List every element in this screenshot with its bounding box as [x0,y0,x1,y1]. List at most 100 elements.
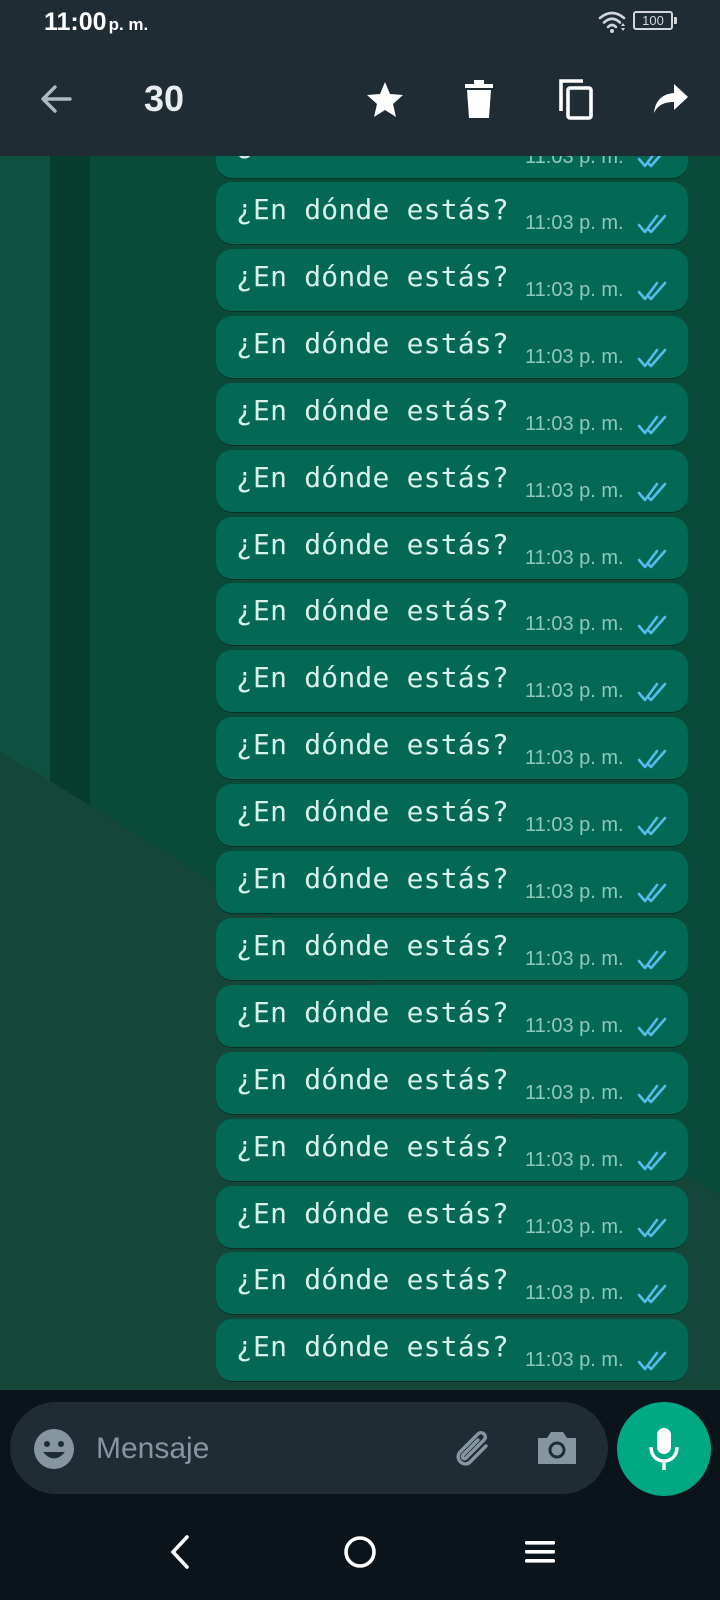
message-bubble[interactable]: ¿En dónde estás? 11:03 p. m. [216,248,688,311]
copy-button[interactable] [549,73,601,125]
message-bubble[interactable]: ¿En dónde estás? 11:03 p. m. [216,382,688,445]
double-check-icon [637,482,667,501]
message-text: ¿En dónde estás? [236,1263,509,1297]
message-text: ¿En dónde estás? [236,527,509,561]
double-check-icon [637,415,667,434]
message-bubble[interactable]: ¿En dónde estás? 11:03 p. m. [216,1319,688,1382]
camera-button[interactable] [534,1426,580,1470]
status-time-ampm: p. m. [108,15,149,34]
message-bubble[interactable]: ¿En dónde estás? 11:03 p. m. [216,182,688,244]
message-bubble[interactable]: ¿En dónde estás? 11:03 p. m. [216,650,688,713]
message-bubble-partial[interactable]: ¿En dónde estás? 11:03 p. m. [216,156,688,178]
message-bubble[interactable]: ¿En dónde estás? 11:03 p. m. [216,1252,688,1315]
message-time: 11:03 p. m. [525,1014,624,1037]
message-text: ¿En dónde estás? [236,1129,509,1163]
camera-icon [538,1432,576,1464]
status-time-value: 11:00 [44,8,107,36]
message-text: ¿En dónde estás? [236,862,509,895]
message-text: ¿En dónde estás? [236,193,509,226]
star-icon [367,82,403,117]
message-time: 11:03 p. m. [525,156,624,168]
double-check-icon [637,816,667,836]
message-bubble[interactable]: ¿En dónde estás? 11:03 p. m. [216,449,688,512]
message-time: 11:03 p. m. [525,947,624,970]
hamburger-menu-icon [525,1541,555,1563]
read-receipt [637,882,669,909]
double-check-icon [637,156,662,168]
double-check-icon [637,682,667,702]
emoji-icon [34,1429,74,1469]
back-button[interactable] [30,73,82,125]
message-bubble[interactable]: ¿En dónde estás? 11:03 p. m. [216,1051,688,1114]
message-time: 11:03 p. m. [525,814,624,837]
composer-bar [0,1390,720,1502]
emoji-button[interactable] [32,1427,76,1471]
double-check-icon [637,549,667,568]
message-bubble[interactable]: ¿En dónde estás? 11:03 p. m. [216,851,688,913]
double-check-icon [637,1218,667,1237]
message-bubble[interactable]: ¿En dónde estás? 11:03 p. m. [216,1185,688,1248]
double-check-icon [637,1351,667,1371]
nav-menu-button[interactable] [512,1524,568,1580]
arrow-back-icon [41,85,72,113]
read-receipt [637,1083,669,1110]
message-text: ¿En dónde estás? [236,259,509,293]
message-input[interactable] [94,1422,428,1476]
double-check-icon [637,950,667,970]
nav-home-button[interactable] [332,1524,388,1580]
message-bubble[interactable]: ¿En dónde estás? 11:03 p. m. [216,315,688,378]
read-receipt [637,1150,669,1177]
message-text: ¿En dónde estás? [236,1330,509,1364]
message-text: ¿En dónde estás? [236,661,509,695]
message-bubble[interactable]: ¿En dónde estás? 11:03 p. m. [216,717,688,780]
message-time: 11:03 p. m. [525,479,624,502]
message-time: 11:03 p. m. [525,1349,624,1372]
message-bubble[interactable]: ¿En dónde estás? 11:03 p. m. [216,984,688,1047]
battery-level: 100 [642,13,664,28]
read-receipt [637,156,669,174]
chat-area[interactable]: ¿En dónde estás? 11:03 p. m. ¿En dónde est… [0,156,720,1390]
read-receipt [637,347,669,374]
nav-back-button[interactable] [152,1524,208,1580]
message-bubble[interactable]: ¿En dónde estás? 11:03 p. m. [216,1118,688,1181]
message-time: 11:03 p. m. [525,345,624,368]
message-time: 11:03 p. m. [525,881,624,903]
read-receipt [637,949,669,976]
message-list: ¿En dónde estás? 11:03 p. m. ¿En dónde est… [0,156,720,1390]
read-receipt [637,548,669,575]
paperclip-icon [456,1431,488,1466]
message-time: 11:03 p. m. [525,412,624,435]
forward-button[interactable] [645,73,697,125]
message-time: 11:03 p. m. [525,546,624,569]
battery-icon: 100 [633,11,677,30]
read-receipt [637,481,669,508]
read-receipt [637,1217,669,1244]
star-button[interactable] [359,73,411,125]
message-text: ¿En dónde estás? [236,460,509,494]
message-bubble[interactable]: ¿En dónde estás? 11:03 p. m. [216,784,688,847]
message-time: 11:03 p. m. [525,1282,624,1305]
read-receipt [637,414,669,441]
message-time: 11:03 p. m. [525,613,624,636]
circle-home-icon [344,1536,376,1568]
double-check-icon [637,616,667,635]
double-check-icon [637,883,667,903]
double-check-icon [637,348,667,368]
attach-button[interactable] [448,1424,496,1472]
message-time: 11:03 p. m. [525,680,624,703]
microphone-icon [649,1428,679,1470]
delete-button[interactable] [453,73,505,125]
voice-message-button[interactable] [617,1402,711,1496]
message-text: ¿En dónde estás? [236,326,509,360]
read-receipt [637,213,669,240]
chevron-left-icon [171,1535,189,1569]
message-text: ¿En dónde estás? [236,393,509,427]
message-text: ¿En dónde estás? [236,795,509,829]
read-receipt [637,1283,669,1310]
message-bubble[interactable]: ¿En dónde estás? 11:03 p. m. [216,583,688,646]
message-time: 11:03 p. m. [525,278,624,301]
message-bubble[interactable]: ¿En dónde estás? 11:03 p. m. [216,516,688,579]
message-bubble[interactable]: ¿En dónde estás? 11:03 p. m. [216,917,688,980]
read-receipt [637,1350,669,1377]
message-time: 11:03 p. m. [525,1215,624,1238]
